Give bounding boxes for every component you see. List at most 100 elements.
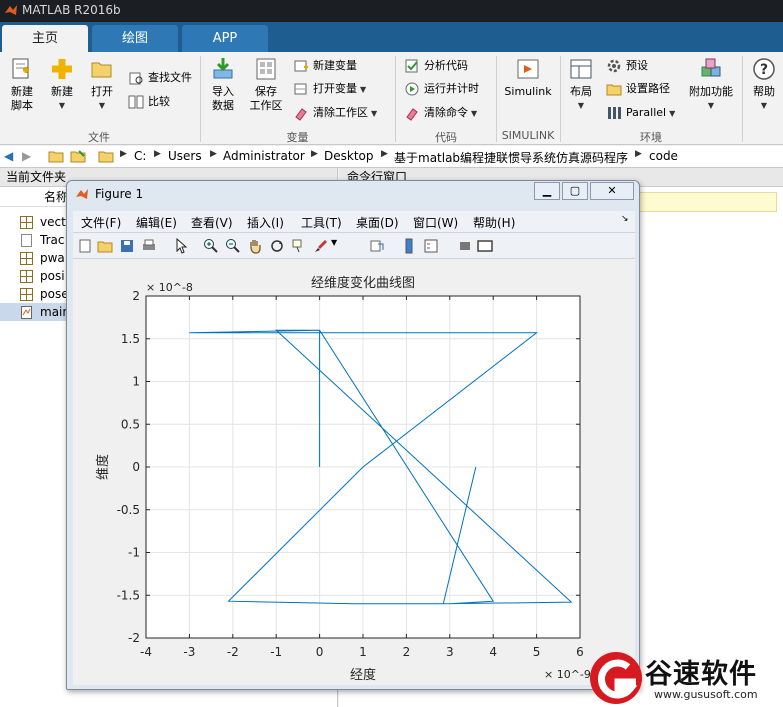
help-button[interactable]: ? 帮助 ▼: [748, 56, 780, 113]
minimize-button[interactable]: ▁: [534, 182, 560, 200]
breadcrumb-item[interactable]: Administrator: [223, 149, 305, 163]
save-workspace-icon: [256, 58, 276, 80]
clear-workspace-button[interactable]: 清除工作区 ▼: [293, 103, 377, 123]
rotate-3d-icon[interactable]: [269, 238, 285, 254]
chevron-down-icon: ▼: [471, 109, 478, 118]
pan-hand-icon[interactable]: [247, 238, 263, 254]
chevron-down-icon[interactable]: ▼: [331, 238, 337, 247]
plus-icon: [52, 59, 72, 79]
menu-edit[interactable]: 编辑(E): [136, 214, 177, 231]
data-cursor-icon[interactable]: [291, 238, 307, 254]
import-data-icon: [213, 58, 233, 79]
y-tick-label: -2: [128, 631, 140, 645]
clear-commands-button[interactable]: 清除命令 ▼: [404, 103, 477, 123]
close-button[interactable]: ✕: [590, 182, 634, 200]
menu-desktop[interactable]: 桌面(D): [356, 214, 399, 231]
x-tick-label: 4: [489, 645, 497, 659]
data-file-icon: [20, 288, 33, 301]
legend-icon[interactable]: [423, 238, 439, 254]
ribbon-separator: [496, 56, 497, 142]
set-path-button[interactable]: 设置路径: [606, 79, 670, 99]
print-icon[interactable]: [141, 238, 157, 254]
open-file-icon[interactable]: [97, 238, 113, 254]
zoom-in-icon[interactable]: [203, 238, 219, 254]
menu-window[interactable]: 窗口(W): [413, 214, 458, 231]
run-and-time-button[interactable]: 运行并计时: [404, 79, 479, 99]
parallel-icon: [608, 107, 621, 119]
clear-commands-label: 清除命令: [424, 106, 468, 119]
up-folder-icon[interactable]: [48, 149, 64, 163]
save-workspace-button[interactable]: 保存 工作区: [246, 56, 286, 113]
simulink-label: Simulink: [504, 85, 552, 98]
open-button[interactable]: 打开 ▼: [84, 56, 120, 113]
matlab-logo-icon: [76, 189, 88, 199]
x-axis-label: 经度: [350, 667, 376, 683]
show-tools-icon[interactable]: [477, 238, 493, 254]
analyze-code-label: 分析代码: [424, 59, 468, 72]
open-variable-icon: [294, 83, 307, 95]
open-variable-button[interactable]: 打开变量 ▼: [293, 79, 366, 99]
group-label-environment: 环境: [640, 131, 662, 144]
tab-plots[interactable]: 绘图: [92, 25, 178, 52]
ribbon-separator: [200, 56, 201, 142]
x-tick-label: -2: [227, 645, 239, 659]
pointer-icon[interactable]: [173, 238, 189, 254]
breadcrumb-item[interactable]: code: [649, 149, 678, 163]
ribbon-separator: [560, 56, 561, 142]
import-data-button[interactable]: 导入 数据: [205, 56, 241, 113]
chevron-down-icon: ▼: [98, 101, 106, 110]
save-icon[interactable]: [119, 238, 135, 254]
menu-view[interactable]: 查看(V): [191, 214, 233, 231]
forward-arrow-icon[interactable]: ▶: [22, 149, 31, 163]
breadcrumb-item[interactable]: Desktop: [324, 149, 374, 163]
x-tick-label: -3: [183, 645, 195, 659]
x-tick-label: 3: [446, 645, 454, 659]
breadcrumb-item[interactable]: Users: [168, 149, 202, 163]
new-script-button[interactable]: 新建 脚本: [4, 56, 40, 113]
analyze-code-button[interactable]: 分析代码: [404, 56, 468, 76]
new-variable-button[interactable]: 新建变量: [293, 56, 357, 76]
layout-button[interactable]: 布局 ▼: [564, 56, 598, 113]
dock-arrow-icon[interactable]: ↘: [621, 214, 629, 224]
tab-apps[interactable]: APP: [182, 25, 268, 52]
add-ons-button[interactable]: 附加功能 ▼: [686, 56, 736, 113]
brand-url: www.gususoft.com: [654, 688, 758, 701]
back-arrow-icon[interactable]: ◀: [4, 149, 13, 163]
x-tick-label: 5: [533, 645, 541, 659]
maximize-button[interactable]: ▢: [562, 182, 588, 200]
simulink-button[interactable]: Simulink: [502, 56, 554, 99]
link-plot-icon[interactable]: [369, 238, 385, 254]
hide-tools-icon[interactable]: [457, 238, 473, 254]
new-figure-icon[interactable]: [77, 238, 93, 254]
svg-text:?: ?: [760, 62, 768, 78]
compare-button[interactable]: 比较: [128, 92, 170, 112]
preferences-button[interactable]: 预设: [606, 56, 648, 76]
menu-insert[interactable]: 插入(I): [247, 214, 284, 231]
ribbon-separator: [395, 56, 396, 142]
add-ons-label: 附加功能: [689, 85, 733, 98]
open-label: 打开: [91, 85, 113, 98]
menu-help[interactable]: 帮助(H): [473, 214, 515, 231]
parallel-button[interactable]: Parallel ▼: [606, 103, 675, 123]
tab-home[interactable]: 主页: [2, 25, 88, 52]
zoom-out-icon[interactable]: [225, 238, 241, 254]
x-exponent-label: × 10^-9: [544, 668, 591, 681]
brush-icon[interactable]: [313, 238, 329, 254]
find-files-button[interactable]: 查找文件: [128, 68, 192, 88]
new-button[interactable]: 新建 ▼: [44, 56, 80, 113]
breadcrumb-item[interactable]: C:: [134, 149, 146, 163]
clear-workspace-label: 清除工作区: [313, 106, 368, 119]
y-axis-label: 维度: [95, 454, 111, 480]
breadcrumb-item[interactable]: 基于matlab编程捷联惯导系统仿真源码程序: [394, 149, 628, 166]
colorbar-icon[interactable]: [401, 238, 417, 254]
chevron-down-icon: ▼: [577, 101, 585, 110]
y-tick-label: 0.5: [121, 417, 140, 431]
x-tick-label: -1: [270, 645, 282, 659]
y-tick-label: -1: [128, 546, 140, 560]
new-variable-icon: [294, 60, 308, 72]
menu-file[interactable]: 文件(F): [81, 214, 121, 231]
menu-tools[interactable]: 工具(T): [301, 214, 342, 231]
brand-logo-icon: [590, 652, 642, 704]
browse-folder-icon[interactable]: [70, 149, 86, 163]
brand-watermark: 谷速软件 www.gususoft.com: [588, 650, 783, 707]
